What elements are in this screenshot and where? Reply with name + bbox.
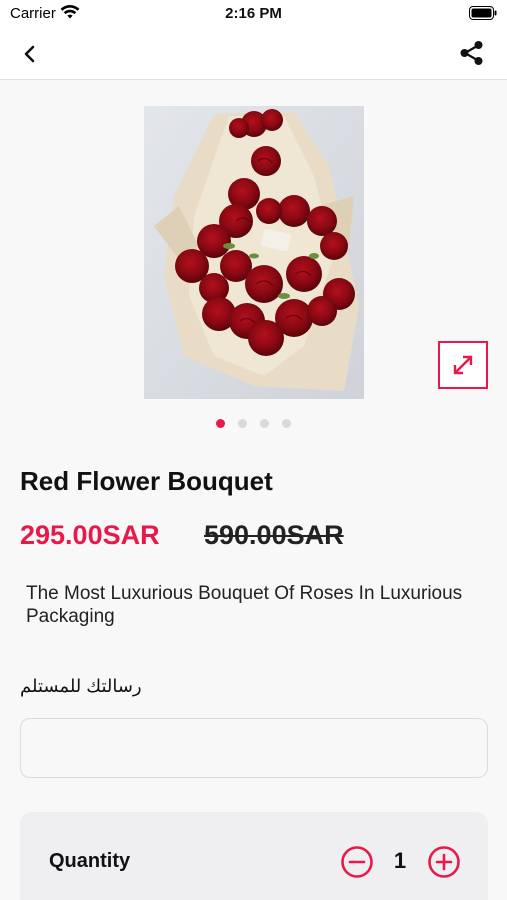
pager-dot-active[interactable] — [216, 419, 225, 428]
navigation-bar — [0, 28, 507, 80]
expand-image-button[interactable] — [438, 341, 488, 389]
pager-dot[interactable] — [238, 419, 247, 428]
plus-circle-icon[interactable] — [427, 845, 461, 879]
status-bar: Carrier 2:16 PM — [0, 0, 507, 28]
quantity-label: Quantity — [49, 850, 131, 872]
product-title: Red Flower Bouquet — [20, 466, 273, 496]
message-label: رسالتك للمستلم — [20, 676, 142, 696]
status-time: 2:16 PM — [225, 5, 282, 22]
quantity-card: Quantity 1 — [20, 812, 488, 900]
pager-dot[interactable] — [282, 419, 291, 428]
expand-arrows-icon — [453, 355, 473, 375]
image-pager — [0, 419, 507, 428]
chevron-left-icon[interactable] — [16, 40, 44, 68]
original-price: 590.00SAR — [204, 520, 344, 550]
minus-circle-icon[interactable] — [340, 845, 374, 879]
product-description: The Most Luxurious Bouquet Of Roses In L… — [26, 583, 463, 627]
share-icon[interactable] — [457, 38, 487, 68]
quantity-value: 1 — [393, 848, 407, 873]
current-price: 295.00SAR — [20, 520, 160, 550]
battery-icon — [469, 6, 497, 20]
product-image[interactable] — [144, 106, 364, 399]
message-input[interactable] — [20, 718, 488, 778]
bouquet-photo — [144, 106, 364, 399]
pager-dot[interactable] — [260, 419, 269, 428]
